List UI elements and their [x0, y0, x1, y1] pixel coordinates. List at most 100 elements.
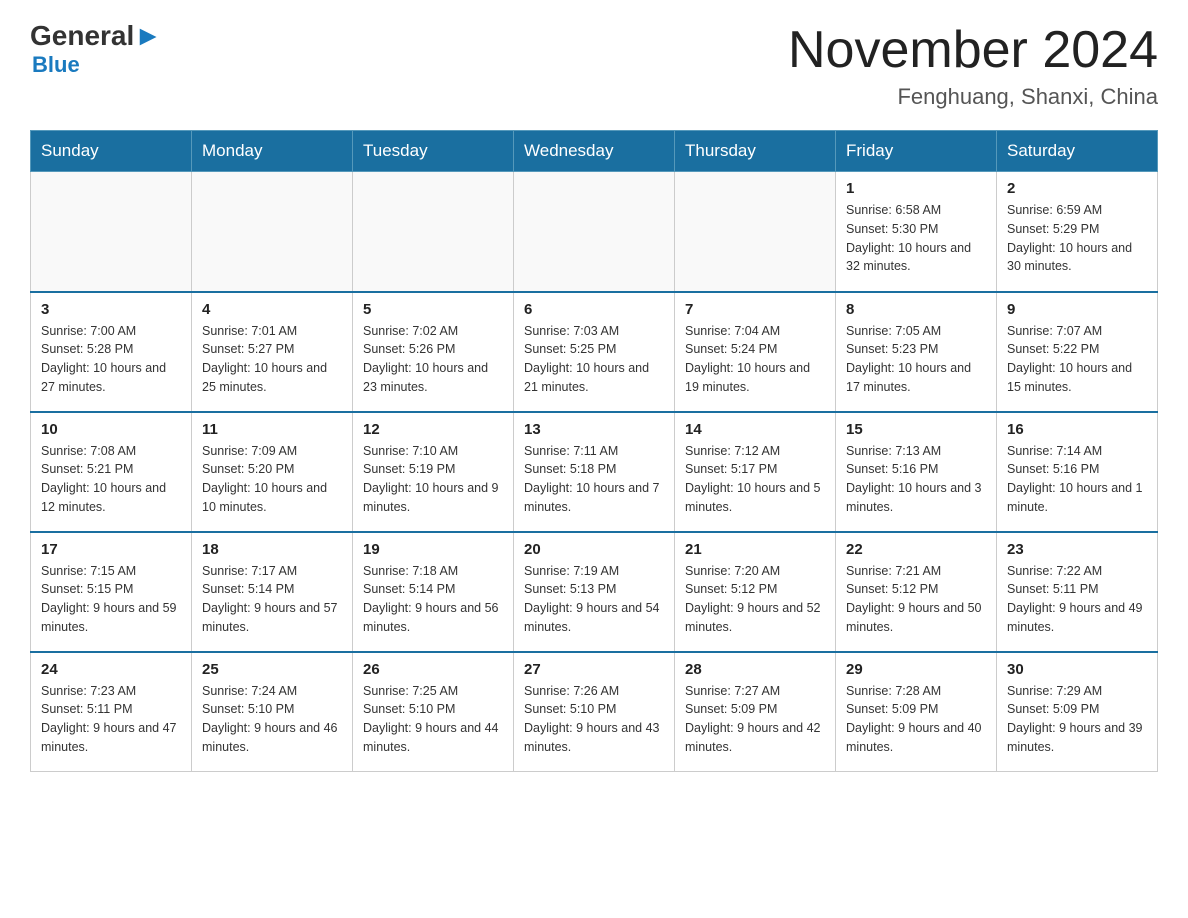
- calendar-cell: 21 Sunrise: 7:20 AMSunset: 5:12 PMDayligh…: [675, 532, 836, 652]
- day-number: 21: [685, 541, 825, 558]
- calendar-cell: 25 Sunrise: 7:24 AMSunset: 5:10 PMDayligh…: [192, 652, 353, 772]
- header: General ► Blue November 2024 Fenghuang, …: [30, 20, 1158, 110]
- calendar-cell: 10Sunrise: 7:08 AMSunset: 5:21 PMDayligh…: [31, 412, 192, 532]
- logo: General ► Blue: [30, 20, 162, 78]
- day-info: Sunrise: 7:05 AMSunset: 5:23 PMDaylight:…: [846, 322, 986, 397]
- day-number: 19: [363, 541, 503, 558]
- location-title: Fenghuang, Shanxi, China: [788, 84, 1158, 110]
- day-number: 6: [524, 301, 664, 318]
- calendar-cell: 19 Sunrise: 7:18 AMSunset: 5:14 PMDayligh…: [353, 532, 514, 652]
- day-info: Sunrise: 7:15 AMSunset: 5:15 PMDaylight:…: [41, 562, 181, 637]
- calendar-cell: [675, 172, 836, 292]
- day-number: 7: [685, 301, 825, 318]
- calendar-cell: 6Sunrise: 7:03 AMSunset: 5:25 PMDaylight…: [514, 292, 675, 412]
- day-number: 9: [1007, 301, 1147, 318]
- day-info: Sunrise: 7:25 AMSunset: 5:10 PMDaylight:…: [363, 682, 503, 757]
- calendar-cell: 5 Sunrise: 7:02 AMSunset: 5:26 PMDaylight…: [353, 292, 514, 412]
- day-info: Sunrise: 7:09 AMSunset: 5:20 PMDaylight:…: [202, 442, 342, 517]
- day-number: 27: [524, 661, 664, 678]
- weekday-header-tuesday: Tuesday: [353, 131, 514, 172]
- day-number: 23: [1007, 541, 1147, 558]
- day-info: Sunrise: 7:11 AMSunset: 5:18 PMDaylight:…: [524, 442, 664, 517]
- day-info: Sunrise: 7:07 AMSunset: 5:22 PMDaylight:…: [1007, 322, 1147, 397]
- day-info: Sunrise: 7:14 AMSunset: 5:16 PMDaylight:…: [1007, 442, 1147, 517]
- calendar-cell: 14 Sunrise: 7:12 AMSunset: 5:17 PMDayligh…: [675, 412, 836, 532]
- day-number: 28: [685, 661, 825, 678]
- calendar-week-4: 17Sunrise: 7:15 AMSunset: 5:15 PMDayligh…: [31, 532, 1158, 652]
- calendar-cell: 17Sunrise: 7:15 AMSunset: 5:15 PMDayligh…: [31, 532, 192, 652]
- calendar-cell: 13Sunrise: 7:11 AMSunset: 5:18 PMDayligh…: [514, 412, 675, 532]
- calendar-cell: 27 Sunrise: 7:26 AMSunset: 5:10 PMDayligh…: [514, 652, 675, 772]
- day-info: Sunrise: 6:59 AMSunset: 5:29 PMDaylight:…: [1007, 201, 1147, 276]
- weekday-header-sunday: Sunday: [31, 131, 192, 172]
- day-number: 8: [846, 301, 986, 318]
- day-info: Sunrise: 7:29 AMSunset: 5:09 PMDaylight:…: [1007, 682, 1147, 757]
- calendar-cell: 22Sunrise: 7:21 AMSunset: 5:12 PMDayligh…: [836, 532, 997, 652]
- day-info: Sunrise: 7:21 AMSunset: 5:12 PMDaylight:…: [846, 562, 986, 637]
- calendar-cell: 7 Sunrise: 7:04 AMSunset: 5:24 PMDaylight…: [675, 292, 836, 412]
- calendar-cell: 9 Sunrise: 7:07 AMSunset: 5:22 PMDaylight…: [997, 292, 1158, 412]
- title-area: November 2024 Fenghuang, Shanxi, China: [788, 20, 1158, 110]
- day-number: 26: [363, 661, 503, 678]
- calendar-cell: 8 Sunrise: 7:05 AMSunset: 5:23 PMDaylight…: [836, 292, 997, 412]
- day-info: Sunrise: 6:58 AMSunset: 5:30 PMDaylight:…: [846, 201, 986, 276]
- day-info: Sunrise: 7:10 AMSunset: 5:19 PMDaylight:…: [363, 442, 503, 517]
- calendar-cell: 20 Sunrise: 7:19 AMSunset: 5:13 PMDayligh…: [514, 532, 675, 652]
- day-info: Sunrise: 7:19 AMSunset: 5:13 PMDaylight:…: [524, 562, 664, 637]
- weekday-header-saturday: Saturday: [997, 131, 1158, 172]
- calendar-cell: 2Sunrise: 6:59 AMSunset: 5:29 PMDaylight…: [997, 172, 1158, 292]
- day-info: Sunrise: 7:22 AMSunset: 5:11 PMDaylight:…: [1007, 562, 1147, 637]
- day-info: Sunrise: 7:28 AMSunset: 5:09 PMDaylight:…: [846, 682, 986, 757]
- day-number: 25: [202, 661, 342, 678]
- day-number: 3: [41, 301, 181, 318]
- day-info: Sunrise: 7:26 AMSunset: 5:10 PMDaylight:…: [524, 682, 664, 757]
- day-info: Sunrise: 7:27 AMSunset: 5:09 PMDaylight:…: [685, 682, 825, 757]
- calendar-cell: 18 Sunrise: 7:17 AMSunset: 5:14 PMDayligh…: [192, 532, 353, 652]
- calendar-cell: 30Sunrise: 7:29 AMSunset: 5:09 PMDayligh…: [997, 652, 1158, 772]
- calendar-cell: 26 Sunrise: 7:25 AMSunset: 5:10 PMDayligh…: [353, 652, 514, 772]
- calendar-cell: 12Sunrise: 7:10 AMSunset: 5:19 PMDayligh…: [353, 412, 514, 532]
- day-number: 24: [41, 661, 181, 678]
- day-info: Sunrise: 7:00 AMSunset: 5:28 PMDaylight:…: [41, 322, 181, 397]
- month-title: November 2024: [788, 20, 1158, 80]
- weekday-header-wednesday: Wednesday: [514, 131, 675, 172]
- calendar-cell: 24 Sunrise: 7:23 AMSunset: 5:11 PMDayligh…: [31, 652, 192, 772]
- calendar-week-1: 1Sunrise: 6:58 AMSunset: 5:30 PMDaylight…: [31, 172, 1158, 292]
- day-info: Sunrise: 7:24 AMSunset: 5:10 PMDaylight:…: [202, 682, 342, 757]
- day-info: Sunrise: 7:20 AMSunset: 5:12 PMDaylight:…: [685, 562, 825, 637]
- day-number: 14: [685, 421, 825, 438]
- day-number: 16: [1007, 421, 1147, 438]
- logo-general: General: [30, 20, 134, 52]
- day-number: 15: [846, 421, 986, 438]
- day-info: Sunrise: 7:18 AMSunset: 5:14 PMDaylight:…: [363, 562, 503, 637]
- calendar-cell: [192, 172, 353, 292]
- weekday-header-monday: Monday: [192, 131, 353, 172]
- weekday-header-friday: Friday: [836, 131, 997, 172]
- weekday-header-thursday: Thursday: [675, 131, 836, 172]
- day-info: Sunrise: 7:02 AMSunset: 5:26 PMDaylight:…: [363, 322, 503, 397]
- day-info: Sunrise: 7:23 AMSunset: 5:11 PMDaylight:…: [41, 682, 181, 757]
- calendar-cell: [31, 172, 192, 292]
- calendar-week-3: 10Sunrise: 7:08 AMSunset: 5:21 PMDayligh…: [31, 412, 1158, 532]
- day-info: Sunrise: 7:04 AMSunset: 5:24 PMDaylight:…: [685, 322, 825, 397]
- logo-blue-text: ►: [134, 20, 162, 52]
- calendar-cell: 11 Sunrise: 7:09 AMSunset: 5:20 PMDayligh…: [192, 412, 353, 532]
- calendar-cell: 15 Sunrise: 7:13 AMSunset: 5:16 PMDayligh…: [836, 412, 997, 532]
- calendar-cell: 16 Sunrise: 7:14 AMSunset: 5:16 PMDayligh…: [997, 412, 1158, 532]
- day-number: 20: [524, 541, 664, 558]
- calendar-cell: 23 Sunrise: 7:22 AMSunset: 5:11 PMDayligh…: [997, 532, 1158, 652]
- calendar-cell: 28 Sunrise: 7:27 AMSunset: 5:09 PMDayligh…: [675, 652, 836, 772]
- day-number: 11: [202, 421, 342, 438]
- calendar-week-2: 3 Sunrise: 7:00 AMSunset: 5:28 PMDaylight…: [31, 292, 1158, 412]
- day-info: Sunrise: 7:17 AMSunset: 5:14 PMDaylight:…: [202, 562, 342, 637]
- calendar-cell: [353, 172, 514, 292]
- calendar-cell: 4Sunrise: 7:01 AMSunset: 5:27 PMDaylight…: [192, 292, 353, 412]
- logo-text: General ►: [30, 20, 162, 52]
- day-info: Sunrise: 7:13 AMSunset: 5:16 PMDaylight:…: [846, 442, 986, 517]
- day-number: 5: [363, 301, 503, 318]
- calendar-week-5: 24 Sunrise: 7:23 AMSunset: 5:11 PMDayligh…: [31, 652, 1158, 772]
- logo-sub: Blue: [32, 52, 80, 78]
- day-info: Sunrise: 7:12 AMSunset: 5:17 PMDaylight:…: [685, 442, 825, 517]
- day-number: 18: [202, 541, 342, 558]
- weekday-header-row: SundayMondayTuesdayWednesdayThursdayFrid…: [31, 131, 1158, 172]
